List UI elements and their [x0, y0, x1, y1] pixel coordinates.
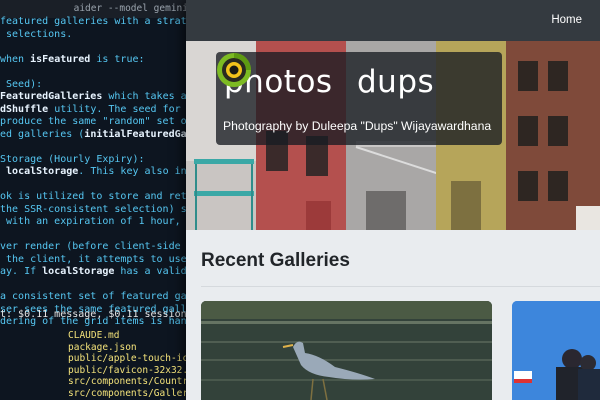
terminal-window: aider --model gemini featured galleries …	[0, 0, 200, 400]
terminal-text: with an expiration of 1 hour, aligning w	[6, 216, 200, 227]
aperture-logo-icon	[217, 53, 251, 87]
terminal-line: produce the same "random" set of feature…	[0, 116, 200, 129]
terminal-text: utility. The seed for this shuffl	[54, 103, 200, 115]
terminal-text: a consistent set of featured galleries f…	[0, 291, 200, 302]
terminal-line: when isFeatured is true:	[0, 54, 200, 67]
hero-banner: photos dups Photography by Duleepa "Dups…	[186, 41, 600, 230]
terminal-line: selections.	[0, 29, 200, 42]
gallery-card-people[interactable]	[512, 301, 600, 400]
terminal-text: selections.	[0, 28, 73, 40]
terminal-line: Storage (Hourly Expiry):	[0, 154, 200, 167]
terminal-line: localStorage. This key also incorporates	[0, 166, 200, 179]
brand-word-dups: dups	[357, 64, 435, 100]
terminal-line: featured galleries with a strategy that …	[0, 16, 200, 29]
terminal-text: ver render (before client-side JavaScrip…	[0, 241, 200, 252]
terminal-text: . This key also incorporates	[78, 166, 200, 177]
site-navbar: Home	[186, 0, 600, 41]
terminal-text: ok is utilized to store and retrieve the…	[0, 191, 200, 202]
terminal-line: ed galleries (initialFeaturedGalleries) …	[0, 129, 200, 142]
brand-tagline: Photography by Duleepa "Dups" Wijayaward…	[223, 119, 492, 133]
terminal-line: Seed):	[0, 79, 200, 92]
terminal-line: FeaturedGalleries which takes all availa…	[0, 91, 200, 104]
nav-home-link[interactable]: Home	[551, 14, 582, 26]
terminal-text: ay. If	[0, 266, 43, 277]
terminal-keyword: FeaturedGalleries	[0, 91, 103, 102]
section-divider	[201, 286, 600, 287]
terminal-keyword: localStorage	[6, 166, 79, 177]
terminal-text: Storage (Hourly Expiry):	[0, 153, 145, 165]
terminal-line: ver render (before client-side JavaScrip…	[0, 241, 200, 254]
terminal-keyword: localStorage	[42, 266, 115, 277]
terminal-line: ok is utilized to store and retrieve the…	[0, 191, 200, 204]
terminal-text: is true:	[90, 53, 145, 65]
terminal-file-list: CLAUDE.md package.json public/apple-touch-…	[68, 330, 200, 400]
gallery-card-heron[interactable]	[201, 301, 492, 400]
terminal-file-entry: src/components/GalleryMap.	[68, 387, 200, 399]
desktop: aider --model gemini featured galleries …	[0, 0, 600, 400]
terminal-text: featured galleries with a strategy that …	[0, 16, 200, 27]
terminal-line: the SSR-consistent selection) serve as t	[0, 204, 200, 217]
terminal-text: the client, it attempts to use the galle…	[6, 253, 200, 265]
terminal-line: dShuffle utility. The seed for this shuf…	[0, 104, 200, 117]
terminal-line: a consistent set of featured galleries f…	[0, 291, 200, 304]
terminal-line: the client, it attempts to use the galle…	[0, 254, 200, 267]
terminal-file-entry: public/favicon-32x32.png	[68, 364, 200, 376]
terminal-file-entry: public/apple-touch-icon.png	[68, 353, 200, 364]
terminal-file-entry: src/components/CountryFilte	[68, 376, 200, 387]
gallery-thumbnail-heron	[201, 301, 492, 400]
terminal-keyword: isFeatured	[30, 53, 91, 65]
terminal-text: when	[0, 53, 31, 65]
browser-window: Home photos dups Photography by Duleepa …	[186, 0, 600, 400]
terminal-text: the SSR-consistent selection) serve as t	[0, 203, 200, 215]
terminal-text: Seed):	[0, 78, 43, 90]
section-title-recent-galleries: Recent Galleries	[201, 250, 350, 271]
site-branding[interactable]: photos dups Photography by Duleepa "Dups…	[216, 52, 502, 145]
gallery-thumbnail-people	[512, 301, 600, 400]
terminal-output: featured galleries with a strategy that …	[0, 16, 200, 329]
terminal-line: with an expiration of 1 hour, aligning w	[0, 216, 200, 229]
terminal-file-entry: package.json	[68, 341, 137, 353]
terminal-keyword: initialFeaturedGalleries	[84, 128, 200, 140]
terminal-text: ed galleries (	[0, 128, 85, 140]
terminal-keyword: dShuffle	[0, 103, 49, 115]
terminal-file-entry: CLAUDE.md	[68, 330, 120, 341]
terminal-cost-line: t: $0.11 message, $0.11 session.	[0, 309, 193, 320]
terminal-line: ay. If localStorage has a valid set for …	[0, 266, 200, 279]
terminal-text: produce the same "random" set of feature…	[0, 116, 200, 127]
